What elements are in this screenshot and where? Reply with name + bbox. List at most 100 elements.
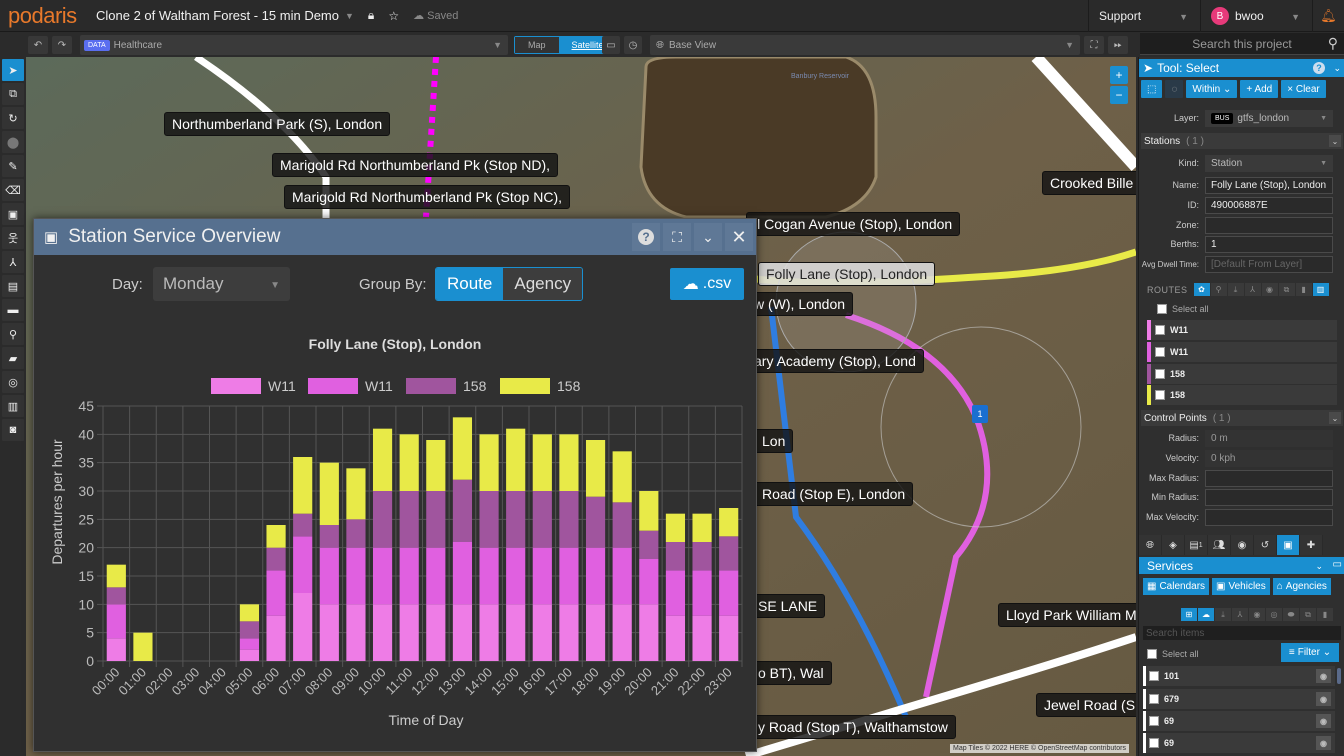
map-station-label[interactable]: Lloyd Park William M	[998, 603, 1136, 627]
map-station-label[interactable]: Road (Stop E), London	[754, 482, 914, 506]
zoom-in-button[interactable]: +	[1110, 66, 1128, 84]
chart-tool-icon[interactable]: ▥	[2, 395, 24, 417]
zone-field[interactable]	[1205, 216, 1333, 234]
camera-tool-icon[interactable]: ◙	[2, 419, 24, 441]
search-icon[interactable]: ⚲	[1328, 35, 1338, 52]
service-item[interactable]: 679 ◉	[1143, 689, 1335, 709]
map-station-label[interactable]: ll Cogan Avenue (Stop), London	[746, 212, 961, 236]
clear-button[interactable]: × Clear	[1281, 80, 1326, 98]
map-station-label[interactable]: y Road (Stop T), Walthamstow	[750, 715, 956, 739]
zoom-out-button[interactable]: −	[1110, 86, 1128, 104]
project-dropdown-icon[interactable]: ▼	[345, 11, 354, 21]
eye-icon[interactable]: ◉	[1316, 692, 1331, 706]
id-field[interactable]: 490006887E	[1205, 196, 1333, 214]
search-project-input[interactable]: Search this project ⚲	[1140, 33, 1344, 55]
map-station-label[interactable]: Marigold Rd Northumberland Pk (Stop NC),	[284, 185, 570, 209]
service-item[interactable]: 69 ◉	[1143, 711, 1335, 731]
copy-icon[interactable]: ⧉	[1300, 608, 1316, 621]
help-icon[interactable]: ?	[1313, 62, 1325, 74]
calendars-button[interactable]: ▦ Calendars	[1143, 578, 1210, 595]
routes-select-all[interactable]: Select all	[1157, 304, 1209, 314]
map-station-label[interactable]: Lon	[754, 429, 794, 453]
select-tool-icon[interactable]: ➤	[2, 59, 24, 81]
collapse-button[interactable]: ⌄	[694, 223, 722, 251]
services-scrollbar[interactable]	[1337, 668, 1341, 684]
map-station-label[interactable]: w (W), London	[746, 292, 854, 316]
berths-field[interactable]: 1	[1205, 235, 1333, 253]
route-item[interactable]: W11	[1147, 342, 1337, 362]
checkbox[interactable]	[1155, 347, 1165, 357]
map-station-label[interactable]: ary Academy (Stop), Lond	[746, 349, 924, 373]
max-radius-field[interactable]	[1205, 469, 1333, 487]
ruler-tool-icon[interactable]: ▬	[2, 299, 24, 321]
route-item[interactable]: W11	[1147, 320, 1337, 340]
add-service-icon[interactable]: ⊞	[1181, 608, 1197, 621]
routes-chart-icon[interactable]: ▥	[1312, 283, 1329, 296]
user-menu[interactable]: B bwoo ▼	[1200, 0, 1310, 32]
control-point-marker[interactable]: 1	[972, 405, 988, 423]
star-icon[interactable]: ☆	[388, 9, 399, 23]
checkbox[interactable]	[1149, 716, 1159, 726]
show-icon[interactable]: ◉	[1249, 608, 1265, 621]
walk-tool-icon[interactable]: ⅄	[2, 251, 24, 273]
book-tool-icon[interactable]: ▰	[2, 347, 24, 369]
maximize-button[interactable]: ⛶	[663, 223, 691, 251]
support-menu[interactable]: Support ▼	[1088, 0, 1198, 32]
expand-panel-icon[interactable]: ▭	[1333, 559, 1342, 570]
tab-comments-icon[interactable]: ▤ 1	[1185, 535, 1208, 555]
add-button[interactable]: + Add	[1240, 80, 1279, 98]
checkbox[interactable]	[1155, 325, 1165, 335]
eye-icon[interactable]: ◉	[1316, 669, 1331, 683]
merge-icon[interactable]: ⅄	[1232, 608, 1248, 621]
map-station-label[interactable]: Crooked Bille	[1042, 171, 1136, 195]
notification-bell-icon[interactable]: 🔔︎	[1312, 0, 1344, 32]
chevron-down-icon[interactable]: ⌄	[1315, 561, 1323, 572]
rotate-tool-icon[interactable]: ↻	[2, 107, 24, 129]
filter-button[interactable]: ≡ Filter ⌄	[1281, 643, 1339, 662]
route-item[interactable]: 158	[1147, 364, 1337, 384]
eye-icon[interactable]: ◉	[1316, 714, 1331, 728]
map-station-label[interactable]: Marigold Rd Northumberland Pk (Stop ND),	[272, 153, 558, 177]
search-tool-icon[interactable]: ⚲	[2, 323, 24, 345]
map-station-label[interactable]: Jewel Road (S	[1036, 693, 1136, 717]
copy-tool-icon[interactable]: ⧉	[2, 83, 24, 105]
rect-select-button[interactable]: ⬚	[1141, 80, 1163, 98]
tab-services-icon[interactable]: ▣	[1277, 535, 1300, 555]
help-button[interactable]: ?	[632, 223, 660, 251]
kind-select[interactable]: Station ▼	[1205, 154, 1333, 172]
pencil-tool-icon[interactable]: ✎	[2, 155, 24, 177]
routes-copy-icon[interactable]: ⧉	[1278, 283, 1295, 296]
control-points-header[interactable]: Control Points ( 1 ) ⌄	[1141, 410, 1343, 426]
routes-download-icon[interactable]: ⤓	[1227, 283, 1244, 296]
checkbox[interactable]	[1149, 738, 1159, 748]
monitor-icon[interactable]: ▭	[602, 36, 620, 54]
map-station-label[interactable]: SE LANE	[750, 594, 826, 618]
route-item[interactable]: 158	[1147, 385, 1337, 405]
train-tool-icon[interactable]: ▣	[2, 203, 24, 225]
delete-icon[interactable]: ▮	[1317, 608, 1333, 621]
routes-merge-icon[interactable]: ⅄	[1244, 283, 1261, 296]
clock-icon[interactable]: ◷	[624, 36, 642, 54]
chevron-down-icon[interactable]: ⌄	[1329, 412, 1341, 424]
tab-history-icon[interactable]: ↺	[1254, 535, 1277, 555]
group-route-button[interactable]: Route	[436, 268, 504, 300]
tab-plugins-icon[interactable]: ✚	[1300, 535, 1323, 555]
toggle-icon[interactable]: ⬬	[1283, 608, 1299, 621]
dwell-field[interactable]: [Default From Layer]	[1205, 255, 1333, 273]
close-button[interactable]: ✕	[725, 223, 753, 251]
max-velocity-field[interactable]	[1205, 508, 1333, 526]
tab-globe-icon[interactable]: 🌐︎	[1139, 535, 1162, 555]
map-station-label[interactable]: Northumberland Park (S), London	[164, 112, 391, 136]
within-button[interactable]: Within ⌄	[1186, 80, 1238, 98]
chevron-down-icon[interactable]: ⌄	[1333, 63, 1341, 74]
services-select-all[interactable]: Select all	[1147, 649, 1199, 659]
tab-users-icon[interactable]: 👥︎	[1208, 535, 1231, 555]
download-icon[interactable]: ⤓	[1215, 608, 1231, 621]
podaris-logo[interactable]: podaris	[8, 3, 88, 29]
map-button[interactable]: Map	[515, 37, 559, 53]
pin-tool-icon[interactable]: ⬤	[2, 131, 24, 153]
agencies-button[interactable]: ⌂ Agencies	[1272, 578, 1331, 595]
min-radius-field[interactable]	[1205, 488, 1333, 506]
checkbox[interactable]	[1149, 694, 1159, 704]
stations-header[interactable]: Stations ( 1 ) ⌄	[1141, 133, 1343, 149]
